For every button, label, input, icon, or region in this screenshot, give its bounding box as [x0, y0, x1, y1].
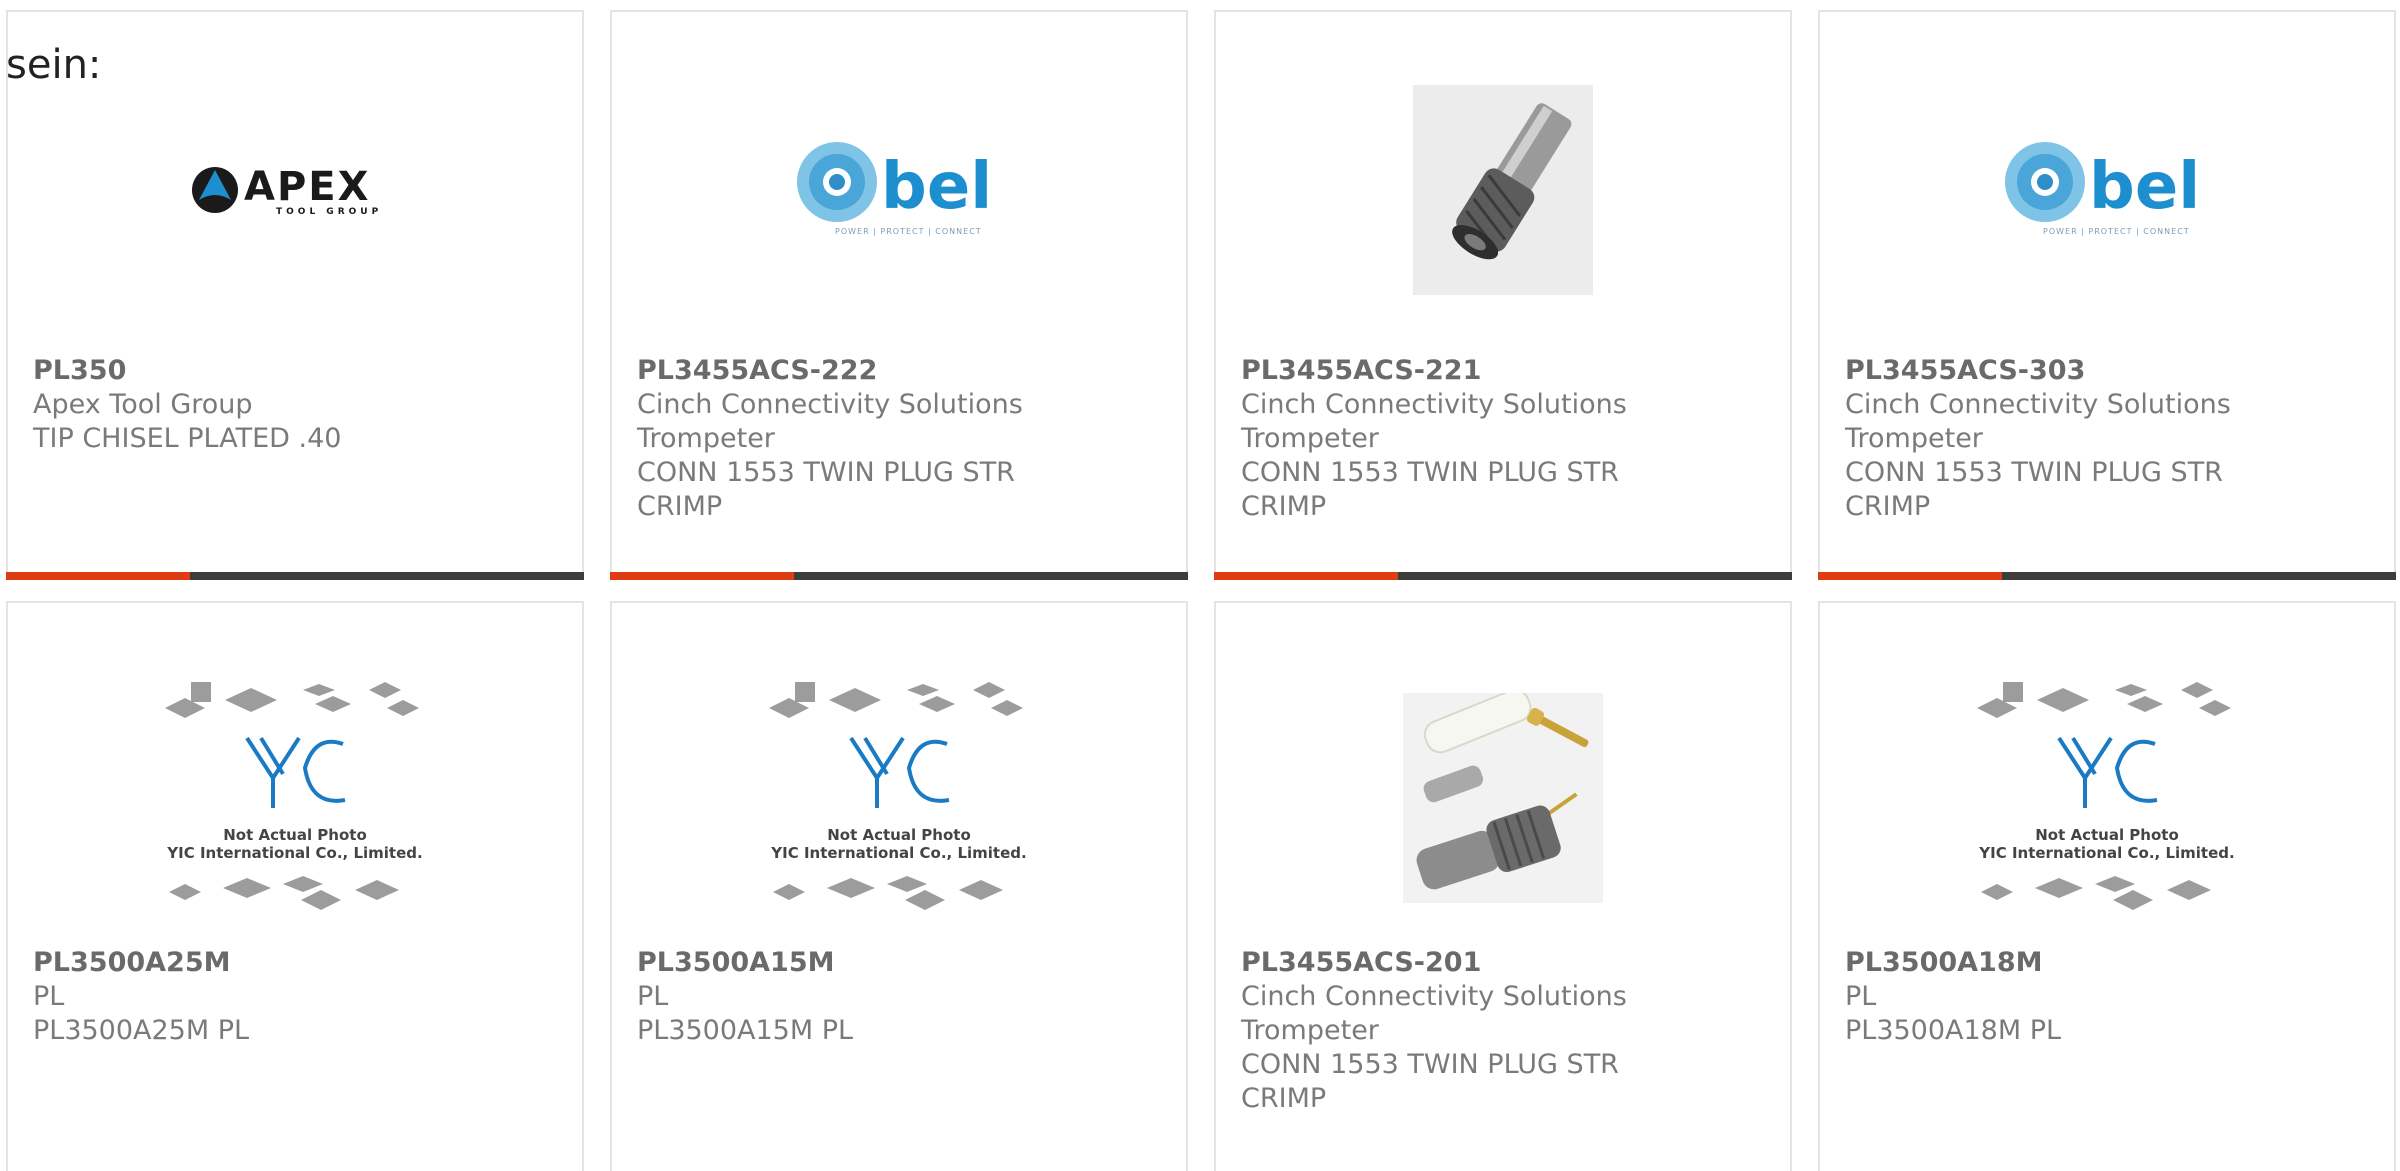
yic-note: Not Actual Photo	[223, 826, 367, 844]
manufacturer: Apex Tool Group	[33, 389, 253, 420]
apex-subtext: TOOL GROUP	[276, 207, 382, 217]
description: TIP CHISEL PLATED .40	[33, 423, 342, 454]
part-number[interactable]: PL3455ACS-201	[1241, 946, 1770, 980]
yic-logo-mark	[849, 736, 950, 808]
card-footer-bar	[610, 572, 1188, 580]
manufacturer: Cinch Connectivity Solutions	[637, 389, 1023, 420]
product-image[interactable]: Not Actual Photo YIC International Co., …	[8, 673, 582, 923]
product-info: PL3500A15M PL PL3500A15M PL	[637, 946, 1166, 1048]
manufacturer: PL	[637, 981, 669, 1012]
product-image[interactable]: Not Actual Photo YIC International Co., …	[612, 673, 1186, 923]
product-card[interactable]: PL3455ACS-201 Cinch Connectivity Solutio…	[1214, 601, 1792, 1171]
brand: Trompeter	[1845, 423, 1983, 454]
yic-placeholder: Not Actual Photo YIC International Co., …	[165, 682, 423, 910]
bel-logo: bel POWER | PROTECT | CONNECT	[2005, 142, 2200, 236]
product-info: PL3455ACS-222 Cinch Connectivity Solutio…	[637, 354, 1166, 524]
card-footer-accent	[1818, 572, 2002, 580]
product-card[interactable]: Not Actual Photo YIC International Co., …	[1818, 601, 2396, 1171]
part-number[interactable]: PL3500A15M	[637, 946, 1166, 980]
connector-photo	[1413, 85, 1593, 295]
product-info: PL3455ACS-303 Cinch Connectivity Solutio…	[1845, 354, 2374, 524]
page-heading: sein:	[6, 42, 102, 88]
manufacturer: PL	[1845, 981, 1877, 1012]
apex-logo: APEX TOOL GROUP	[192, 164, 382, 217]
description: PL3500A15M PL	[637, 1015, 854, 1046]
product-card[interactable]: Not Actual Photo YIC International Co., …	[610, 601, 1188, 1171]
chip-icons-bottom	[169, 876, 399, 910]
card-footer-accent	[6, 572, 190, 580]
description: CONN 1553 TWIN PLUG STR	[1241, 1049, 1619, 1080]
manufacturer: Cinch Connectivity Solutions	[1241, 389, 1627, 420]
card-footer-bar	[1214, 572, 1792, 580]
product-card[interactable]: APEX TOOL GROUP PL350 Apex Tool Group TI…	[6, 10, 584, 580]
yic-placeholder: Not Actual Photo YIC International Co., …	[769, 682, 1027, 910]
apex-wordmark: APEX	[244, 164, 370, 210]
card-footer-bar	[6, 572, 584, 580]
chip-icons-top	[165, 682, 419, 718]
description: CONN 1553 TWIN PLUG STR	[1845, 457, 2223, 488]
product-info: PL350 Apex Tool Group TIP CHISEL PLATED …	[33, 354, 562, 456]
description-cont: CRIMP	[1845, 491, 1931, 522]
bel-logo-mark	[2005, 142, 2085, 222]
brand: Trompeter	[1241, 1015, 1379, 1046]
part-number[interactable]: PL350	[33, 354, 562, 388]
product-info: PL3500A18M PL PL3500A18M PL	[1845, 946, 2374, 1048]
manufacturer: Cinch Connectivity Solutions	[1845, 389, 2231, 420]
description: PL3500A25M PL	[33, 1015, 250, 1046]
bel-tagline: POWER | PROTECT | CONNECT	[835, 227, 982, 236]
bel-logo-mark	[797, 142, 877, 222]
description: CONN 1553 TWIN PLUG STR	[1241, 457, 1619, 488]
product-image[interactable]: Not Actual Photo YIC International Co., …	[1820, 673, 2394, 923]
yic-placeholder: Not Actual Photo YIC International Co., …	[1977, 682, 2235, 910]
product-image[interactable]	[1216, 673, 1790, 923]
bel-tagline: POWER | PROTECT | CONNECT	[2043, 227, 2190, 236]
connector-kit-photo	[1403, 693, 1603, 903]
chip-icons-top	[769, 682, 1023, 718]
description-cont: CRIMP	[637, 491, 723, 522]
product-card[interactable]: bel POWER | PROTECT | CONNECT PL3455ACS-…	[610, 10, 1188, 580]
product-card[interactable]: Not Actual Photo YIC International Co., …	[6, 601, 584, 1171]
part-number[interactable]: PL3455ACS-221	[1241, 354, 1770, 388]
chip-icons-bottom	[773, 876, 1003, 910]
description-cont: CRIMP	[1241, 1083, 1327, 1114]
yic-company: YIC International Co., Limited.	[1978, 844, 2234, 862]
yic-company: YIC International Co., Limited.	[166, 844, 422, 862]
product-info: PL3455ACS-221 Cinch Connectivity Solutio…	[1241, 354, 1770, 524]
product-card[interactable]: bel POWER | PROTECT | CONNECT PL3455ACS-…	[1818, 10, 2396, 580]
manufacturer: PL	[33, 981, 65, 1012]
chip-icons-top	[1977, 682, 2231, 718]
bel-logo: bel POWER | PROTECT | CONNECT	[797, 142, 992, 236]
brand: Trompeter	[637, 423, 775, 454]
description-cont: CRIMP	[1241, 491, 1327, 522]
product-image[interactable]: bel POWER | PROTECT | CONNECT	[612, 70, 1186, 310]
yic-logo-mark	[245, 736, 346, 808]
yic-company: YIC International Co., Limited.	[770, 844, 1026, 862]
description: CONN 1553 TWIN PLUG STR	[637, 457, 1015, 488]
part-number[interactable]: PL3455ACS-303	[1845, 354, 2374, 388]
description: PL3500A18M PL	[1845, 1015, 2062, 1046]
card-footer-accent	[610, 572, 794, 580]
brand: Trompeter	[1241, 423, 1379, 454]
product-image[interactable]: bel POWER | PROTECT | CONNECT	[1820, 70, 2394, 310]
bel-wordmark: bel	[881, 150, 992, 224]
product-image[interactable]	[1216, 70, 1790, 310]
yic-logo-mark	[2057, 736, 2158, 808]
yic-note: Not Actual Photo	[2035, 826, 2179, 844]
card-footer-accent	[1214, 572, 1398, 580]
product-card[interactable]: PL3455ACS-221 Cinch Connectivity Solutio…	[1214, 10, 1792, 580]
product-image[interactable]: APEX TOOL GROUP	[8, 70, 582, 310]
part-number[interactable]: PL3500A25M	[33, 946, 562, 980]
part-number[interactable]: PL3500A18M	[1845, 946, 2374, 980]
product-info: PL3455ACS-201 Cinch Connectivity Solutio…	[1241, 946, 1770, 1116]
manufacturer: Cinch Connectivity Solutions	[1241, 981, 1627, 1012]
chip-icons-bottom	[1981, 876, 2211, 910]
product-info: PL3500A25M PL PL3500A25M PL	[33, 946, 562, 1048]
card-footer-bar	[1818, 572, 2396, 580]
yic-note: Not Actual Photo	[827, 826, 971, 844]
apex-logo-mark	[192, 167, 238, 213]
part-number[interactable]: PL3455ACS-222	[637, 354, 1166, 388]
bel-wordmark: bel	[2089, 150, 2200, 224]
